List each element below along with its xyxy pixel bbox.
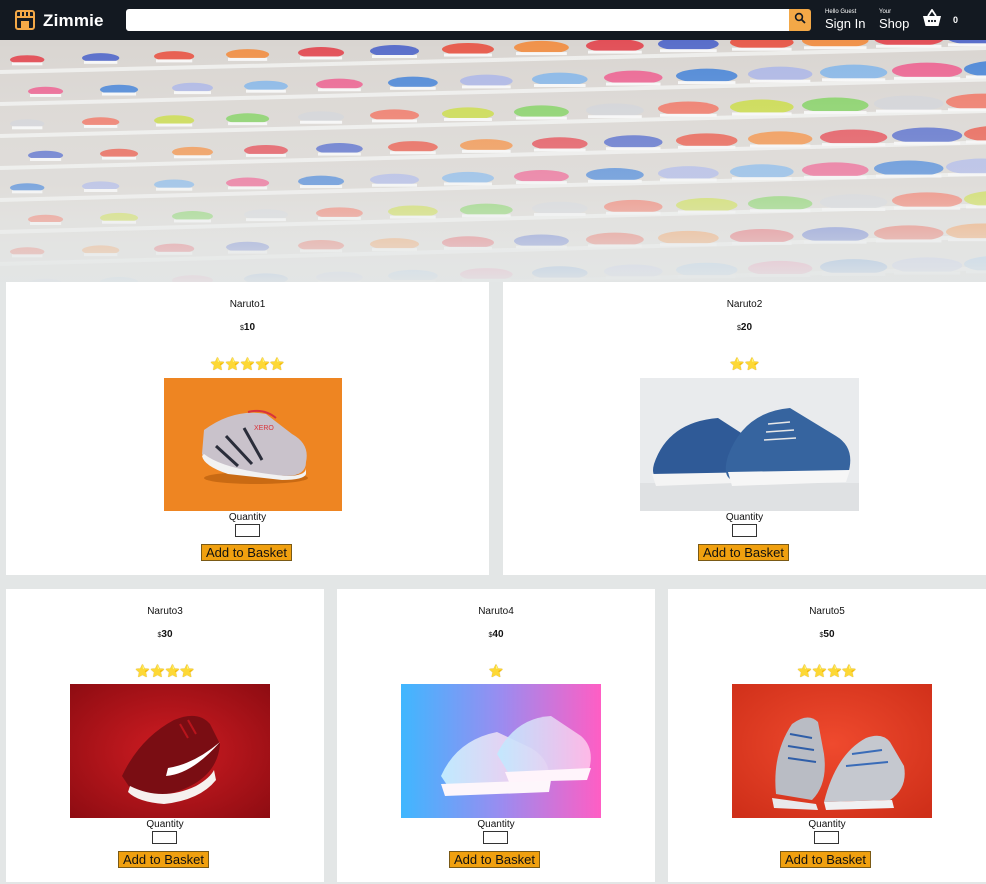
quantity-input[interactable] bbox=[732, 524, 757, 537]
quantity-label: Quantity bbox=[477, 819, 515, 830]
sign-in-link[interactable]: Hello Guest Sign In bbox=[825, 9, 865, 30]
sign-in-greeting: Hello Guest bbox=[825, 9, 857, 15]
quantity-input[interactable] bbox=[483, 831, 508, 844]
svg-text:XERO: XERO bbox=[254, 425, 274, 432]
product-card: Naruto2 $20 ⭐⭐ Quantity Add to Basket bbox=[503, 282, 986, 575]
product-price: $20 bbox=[736, 322, 753, 333]
shopping-basket-icon bbox=[922, 7, 942, 32]
add-to-basket-button[interactable]: Add to Basket bbox=[118, 851, 209, 868]
add-to-basket-button[interactable]: Add to Basket bbox=[201, 544, 292, 561]
product-title: Naruto3 bbox=[147, 606, 183, 617]
product-rating: ⭐⭐⭐⭐⭐ bbox=[210, 357, 285, 371]
quantity-label: Quantity bbox=[146, 819, 184, 830]
sign-in-label: Sign In bbox=[825, 16, 866, 31]
product-price: $50 bbox=[819, 629, 835, 640]
shop-link[interactable]: Your Shop bbox=[879, 9, 909, 30]
quantity-input[interactable] bbox=[152, 831, 177, 844]
product-image bbox=[732, 684, 932, 818]
product-card: Naruto5 $50 ⭐⭐⭐⭐ Quantity Add to Basket bbox=[668, 589, 986, 882]
search-input[interactable] bbox=[126, 9, 789, 31]
product-rating: ⭐ bbox=[488, 664, 504, 678]
shop-label: Shop bbox=[879, 16, 910, 31]
product-price: $10 bbox=[239, 322, 256, 333]
add-to-basket-button[interactable]: Add to Basket bbox=[780, 851, 871, 868]
basket-count: 0 bbox=[953, 15, 959, 25]
search-button[interactable] bbox=[789, 9, 811, 31]
product-image: XERO bbox=[164, 378, 342, 511]
shop-caption: Your bbox=[879, 9, 892, 15]
quantity-label: Quantity bbox=[228, 512, 267, 523]
product-rating: ⭐⭐⭐⭐ bbox=[135, 664, 195, 678]
storefront-icon[interactable] bbox=[14, 9, 36, 31]
product-rating: ⭐⭐ bbox=[729, 357, 760, 371]
quantity-label: Quantity bbox=[725, 512, 764, 523]
add-to-basket-button[interactable]: Add to Basket bbox=[449, 851, 540, 868]
hero-banner bbox=[0, 40, 986, 282]
product-price: $30 bbox=[157, 629, 173, 640]
brand-logo[interactable]: Zimmie bbox=[43, 11, 104, 31]
product-title: Naruto1 bbox=[229, 299, 266, 310]
product-title: Naruto2 bbox=[726, 299, 763, 310]
product-title: Naruto4 bbox=[478, 606, 514, 617]
header: Zimmie Hello Guest Sign In Your Shop 0 bbox=[0, 0, 986, 40]
product-image bbox=[640, 378, 859, 511]
quantity-input[interactable] bbox=[235, 524, 260, 537]
product-title: Naruto5 bbox=[809, 606, 845, 617]
product-image bbox=[70, 684, 270, 818]
product-card: Naruto1 $10 ⭐⭐⭐⭐⭐ XERO Quantity Add to B… bbox=[6, 282, 489, 575]
product-card: Naruto4 $40 ⭐ Quantity Add to Basket bbox=[337, 589, 655, 882]
product-card: Naruto3 $30 ⭐⭐⭐⭐ Quantity Add to Basket bbox=[6, 589, 324, 882]
product-image bbox=[401, 684, 601, 818]
basket-link[interactable]: 0 bbox=[922, 7, 962, 32]
product-price: $40 bbox=[488, 629, 504, 640]
search-icon bbox=[794, 11, 806, 29]
add-to-basket-button[interactable]: Add to Basket bbox=[698, 544, 789, 561]
quantity-input[interactable] bbox=[814, 831, 839, 844]
quantity-label: Quantity bbox=[808, 819, 846, 830]
product-rating: ⭐⭐⭐⭐ bbox=[797, 664, 857, 678]
